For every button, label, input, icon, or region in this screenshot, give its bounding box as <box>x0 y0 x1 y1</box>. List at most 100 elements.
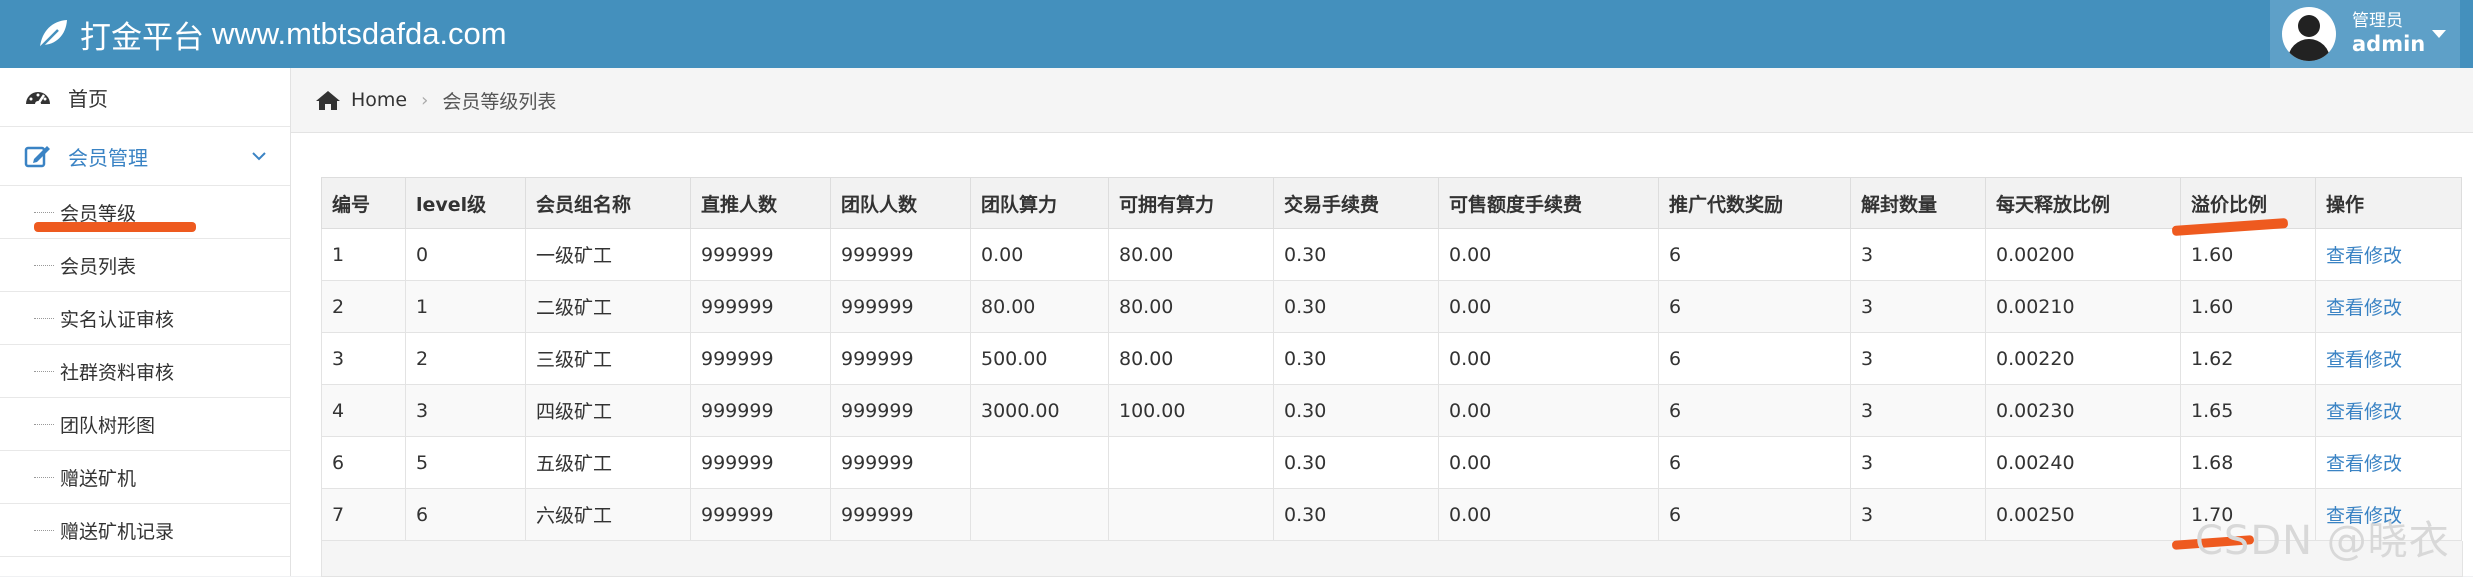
table-cell: 999999 <box>690 488 831 541</box>
view-edit-link[interactable]: 查看修改 <box>2326 297 2402 319</box>
sidebar-subitem-gift-miner[interactable]: 赠送矿机 <box>0 451 290 504</box>
table-cell: 1 <box>405 280 526 333</box>
table-cell: 0.00 <box>1438 228 1659 281</box>
sidebar-subitem-team-tree[interactable]: 团队树形图 <box>0 398 290 451</box>
table-cell: 六级矿工 <box>525 488 691 541</box>
table-row: 7 6 六级矿工 999999 999999 0.30 0.00 6 3 0.00250 1.70 查… <box>321 488 2462 541</box>
table-cell: 7 <box>321 488 406 541</box>
table-cell: 500.00 <box>970 332 1109 385</box>
table-cell <box>970 436 1109 489</box>
table-row: 1 0 一级矿工 999999 999999 0.00 80.00 0.30 0.00 6 3 0.0… <box>321 228 2462 281</box>
table-cell: 80.00 <box>1108 332 1274 385</box>
user-menu[interactable]: 管理员 admin <box>2270 0 2460 68</box>
table-cell: 0.30 <box>1273 384 1439 437</box>
brand-title: 打金平台 <box>80 19 204 56</box>
table-cell: 0.00 <box>970 228 1109 281</box>
table-cell: 6 <box>321 436 406 489</box>
table-cell: 2 <box>405 332 526 385</box>
sidebar-subitem-community-review[interactable]: 社群资料审核 <box>0 345 290 398</box>
table-cell: 999999 <box>690 384 831 437</box>
table-cell: 6 <box>1658 332 1851 385</box>
table-row: 3 2 三级矿工 999999 999999 500.00 80.00 0.30 0.00 6 3 0… <box>321 332 2462 385</box>
caret-down-icon <box>2432 30 2446 38</box>
sidebar-subitem-member-list[interactable]: 会员列表 <box>0 239 290 292</box>
sidebar-item-member-management[interactable]: 会员管理 <box>0 127 290 186</box>
table-cell: 999999 <box>690 436 831 489</box>
table-cell: 0.30 <box>1273 332 1439 385</box>
table-cell: 999999 <box>830 332 971 385</box>
view-edit-link[interactable]: 查看修改 <box>2326 349 2402 371</box>
chevron-down-icon[interactable] <box>250 147 268 165</box>
view-edit-link[interactable]: 查看修改 <box>2326 453 2402 475</box>
table-row: 4 3 四级矿工 999999 999999 3000.00 100.00 0.30 0.00 6… <box>321 384 2462 437</box>
column-header: 每天释放比例 <box>1985 177 2181 229</box>
submenu-label: 赠送矿机记录 <box>60 520 175 543</box>
column-header: 直推人数 <box>690 177 831 229</box>
sidebar-subitem-realname-review[interactable]: 实名认证审核 <box>0 292 290 345</box>
column-header: 编号 <box>321 177 406 229</box>
table-cell: 100.00 <box>1108 384 1274 437</box>
table-cell: 6 <box>1658 228 1851 281</box>
column-header: 团队人数 <box>830 177 971 229</box>
table-cell: 0.30 <box>1273 280 1439 333</box>
table-cell: 5 <box>405 436 526 489</box>
table-cell: 3 <box>1850 488 1986 541</box>
user-name: admin <box>2352 31 2426 56</box>
table-cell: 0.30 <box>1273 228 1439 281</box>
top-header: 打金平台 www.mtbtsdafda.com 管理员 admin <box>0 0 2473 68</box>
column-header: 解封数量 <box>1850 177 1986 229</box>
table-cell: 3 <box>1850 332 1986 385</box>
table-cell: 1.68 <box>2180 436 2316 489</box>
view-edit-link[interactable]: 查看修改 <box>2326 245 2402 267</box>
avatar <box>2282 7 2336 61</box>
table-cell: 0.30 <box>1273 436 1439 489</box>
breadcrumb-home-link[interactable]: Home <box>351 89 407 111</box>
table-cell: 999999 <box>690 228 831 281</box>
brand[interactable]: 打金平台 www.mtbtsdafda.com <box>36 0 507 68</box>
table-cell: 一级矿工 <box>525 228 691 281</box>
column-header: 交易手续费 <box>1273 177 1439 229</box>
table-cell: 0.00 <box>1438 436 1659 489</box>
table-cell-action: 查看修改 <box>2315 436 2462 489</box>
table-cell: 6 <box>1658 280 1851 333</box>
table-cell: 1 <box>321 228 406 281</box>
table-cell: 三级矿工 <box>525 332 691 385</box>
breadcrumb: Home › 会员等级列表 <box>291 68 2473 133</box>
breadcrumb-separator: › <box>421 89 429 111</box>
table-cell: 0.00240 <box>1985 436 2181 489</box>
table-cell-action: 查看修改 <box>2315 228 2462 281</box>
table-cell: 3 <box>1850 280 1986 333</box>
table-row: 6 5 五级矿工 999999 999999 0.30 0.00 6 3 0.00240 1.68 查… <box>321 436 2462 489</box>
view-edit-link[interactable]: 查看修改 <box>2326 401 2402 423</box>
table-cell: 0.00 <box>1438 384 1659 437</box>
table-cell: 0.00 <box>1438 488 1659 541</box>
submenu-label: 实名认证审核 <box>60 308 175 331</box>
table-cell: 1.60 <box>2180 280 2316 333</box>
dashboard-icon <box>26 92 50 107</box>
table-cell: 3 <box>1850 436 1986 489</box>
submenu-label: 社群资料审核 <box>60 361 175 384</box>
table-cell: 0.00200 <box>1985 228 2181 281</box>
sidebar-item-label: 首页 <box>68 86 108 111</box>
sidebar-item-home[interactable]: 首页 <box>0 68 290 127</box>
sidebar-subitem-gift-miner-log[interactable]: 赠送矿机记录 <box>0 504 290 557</box>
table-cell: 6 <box>1658 384 1851 437</box>
table-cell: 6 <box>1658 436 1851 489</box>
table-header-row: 编号 level级 会员组名称 直推人数 团队人数 团队算力 可拥有算力 交易手续费 可售额度手… <box>321 177 2462 229</box>
table-cell: 0.00 <box>1438 332 1659 385</box>
table-cell: 999999 <box>830 228 971 281</box>
member-level-table: 编号 level级 会员组名称 直推人数 团队人数 团队算力 可拥有算力 交易手续费 可售额度手… <box>321 177 2462 541</box>
table-cell: 五级矿工 <box>525 436 691 489</box>
table-cell: 80.00 <box>1108 280 1274 333</box>
column-header: 可拥有算力 <box>1108 177 1274 229</box>
table-cell: 0.00 <box>1438 280 1659 333</box>
table-cell: 2 <box>321 280 406 333</box>
table-cell: 3 <box>405 384 526 437</box>
table-footer <box>321 541 2463 577</box>
main-content: 编号 level级 会员组名称 直推人数 团队人数 团队算力 可拥有算力 交易手续费 可售额度手… <box>291 133 2473 577</box>
leaf-icon <box>39 20 67 49</box>
column-header: 可售额度手续费 <box>1438 177 1659 229</box>
table-cell: 999999 <box>830 488 971 541</box>
table-cell: 0 <box>405 228 526 281</box>
table-cell: 999999 <box>830 384 971 437</box>
